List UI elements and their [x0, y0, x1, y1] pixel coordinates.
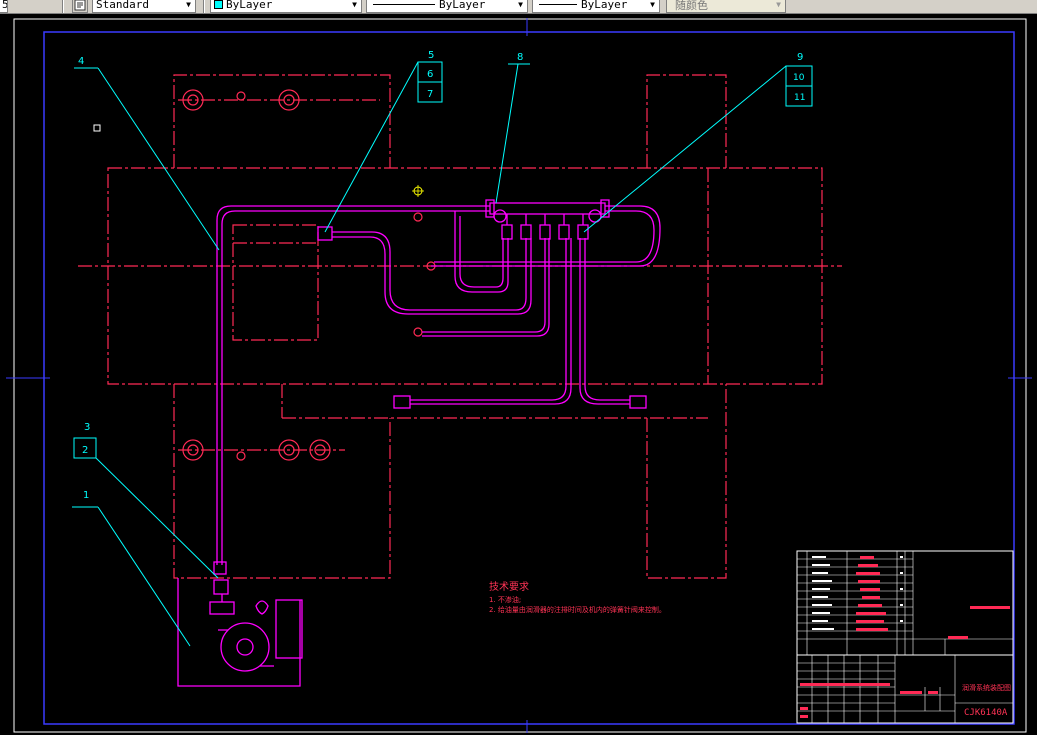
- plot-style-dropdown[interactable]: 随颜色 ▼: [666, 0, 786, 13]
- properties-toolbar: 5 Standard ▼ ByLayer ▼ ByLayer ▼ ByLayer…: [0, 0, 1037, 14]
- tech-requirement-1: 1. 不渗油;: [489, 595, 521, 604]
- lineweight-dropdown[interactable]: ByLayer ▼: [532, 0, 660, 13]
- chevron-down-icon: ▼: [514, 0, 527, 12]
- balloon-4: 4: [78, 56, 84, 67]
- balloon-11: 11: [794, 93, 805, 103]
- left-value: 5: [0, 0, 7, 11]
- text-style-dropdown[interactable]: Standard ▼: [92, 0, 196, 13]
- machine-outline: [78, 74, 842, 579]
- plot-style-value: 随颜色: [675, 0, 708, 12]
- balloon-10: 10: [793, 73, 805, 83]
- text-style-value: Standard: [96, 0, 149, 11]
- balloon-9: 9: [797, 52, 803, 63]
- linetype-dropdown[interactable]: ByLayer ▼: [366, 0, 528, 13]
- chevron-down-icon: ▼: [646, 0, 659, 12]
- leader-lines: [72, 61, 812, 647]
- tech-requirement-2: 2. 给油量由润滑器的注排时间及机内的弹簧针阀来控制。: [489, 605, 666, 614]
- balloon-6: 6: [427, 69, 433, 80]
- oil-pump-unit: [177, 578, 303, 687]
- text-style-icon[interactable]: [72, 0, 88, 13]
- drawing-name: 润滑系统装配图: [962, 683, 1011, 692]
- lubrication-points: [413, 212, 436, 337]
- layer-color-value: ByLayer: [226, 0, 273, 11]
- color-swatch-icon: [214, 0, 223, 9]
- title-block: 润滑系统装配图 CJK6140A: [796, 654, 1014, 724]
- balloon-3: 3: [84, 422, 90, 433]
- balloon-boxes: [73, 61, 813, 459]
- drawing-code: CJK6140A: [964, 708, 1008, 718]
- oil-distributor: [485, 199, 610, 240]
- grip-box-icon: [93, 124, 101, 132]
- layer-color-dropdown[interactable]: ByLayer ▼: [210, 0, 362, 13]
- balloon-1: 1: [83, 490, 89, 501]
- drawing-canvas[interactable]: 4 5 6 7 8 9 10 11 3 2 1 技术要求 1. 不渗油; 2. …: [0, 14, 1037, 735]
- chevron-down-icon: ▼: [348, 0, 361, 12]
- lineweight-sample: [539, 4, 577, 5]
- sheet-outer-frame: [13, 18, 1027, 733]
- cad-drawing: 4 5 6 7 8 9 10 11 3 2 1 技术要求 1. 不渗油; 2. …: [6, 18, 1032, 733]
- balloon-2: 2: [82, 445, 88, 456]
- frame-center-marks: [6, 18, 1032, 733]
- chevron-down-icon: ▼: [182, 0, 195, 12]
- toolbar-separator: [203, 0, 205, 13]
- balloon-7: 7: [427, 89, 433, 100]
- balloon-8: 8: [517, 52, 523, 63]
- pipe-fittings: [213, 226, 647, 595]
- parts-list: [796, 550, 1014, 656]
- left-value-combo[interactable]: 5: [0, 0, 8, 13]
- toolbar-separator: [62, 0, 64, 13]
- tech-requirements-title: 技术要求: [489, 580, 529, 593]
- linetype-sample: [373, 4, 435, 5]
- balloon-5: 5: [428, 50, 434, 61]
- linetype-value: ByLayer: [439, 0, 486, 11]
- lineweight-value: ByLayer: [581, 0, 628, 11]
- chevron-down-icon: ▼: [772, 0, 785, 12]
- lubrication-piping: [216, 205, 661, 565]
